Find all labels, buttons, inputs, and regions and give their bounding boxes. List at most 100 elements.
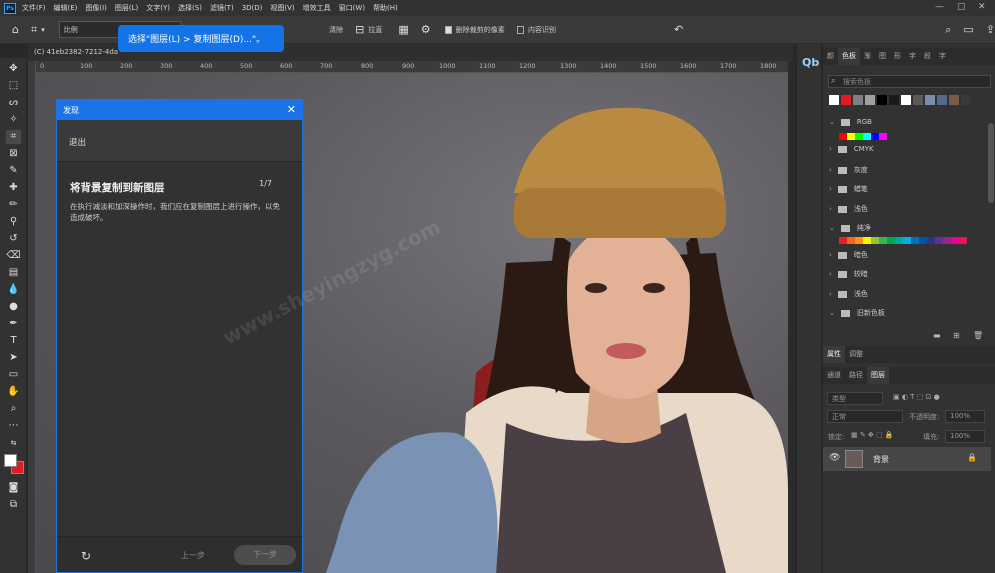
swap-colors-icon[interactable]: ⇆ [6, 436, 21, 450]
new-swatch-icon[interactable]: ⊞ [953, 331, 960, 340]
swatch[interactable] [829, 95, 839, 105]
share-icon[interactable]: ⇪ [986, 23, 995, 36]
eyedropper-tool-icon[interactable]: ✎ [6, 164, 21, 178]
swatch-chip[interactable] [871, 237, 879, 244]
swatch-chip[interactable] [847, 237, 855, 244]
tab-color[interactable]: 颜 [823, 48, 838, 65]
swatch-chip[interactable] [903, 237, 911, 244]
minimize-icon[interactable]: — [935, 2, 944, 12]
new-group-icon[interactable]: ▬ [933, 331, 941, 340]
menu-type[interactable]: 文字(Y) [146, 3, 170, 13]
menu-select[interactable]: 选择(S) [178, 3, 202, 13]
swatch-chip[interactable] [951, 237, 959, 244]
swatch-chip[interactable] [879, 133, 887, 140]
screen-mode-icon[interactable]: ⧉ [6, 498, 21, 512]
crop-tool-icon[interactable]: ⌗ [31, 23, 37, 37]
menu-filter[interactable]: 滤镜(T) [210, 3, 234, 13]
gradient-tool-icon[interactable]: ▤ [6, 266, 21, 280]
swatch-chip[interactable] [855, 133, 863, 140]
menu-view[interactable]: 视图(V) [270, 3, 294, 13]
home-icon[interactable]: ⌂ [12, 23, 19, 36]
swatch-chip[interactable] [863, 133, 871, 140]
gear-icon[interactable]: ⚙ [421, 23, 431, 36]
swatch-group[interactable]: › 浅色 [829, 289, 868, 299]
swatch-chip[interactable] [887, 237, 895, 244]
swatch-chip[interactable] [879, 237, 887, 244]
hand-tool-icon[interactable]: ✋ [6, 385, 21, 399]
straighten-icon[interactable]: ⊟ [355, 23, 364, 36]
pen-tool-icon[interactable]: ✒ [6, 317, 21, 331]
menu-window[interactable]: 窗口(W) [339, 3, 365, 13]
frame-tool-icon[interactable]: ⊠ [6, 147, 21, 161]
menu-edit[interactable]: 编辑(E) [54, 3, 78, 13]
menu-layer[interactable]: 图层(L) [115, 3, 138, 13]
swatch-search-input[interactable]: 搜索色板 [828, 75, 991, 88]
quick-mask-icon[interactable]: ◙ [6, 481, 21, 495]
menu-help[interactable]: 帮助(H) [373, 3, 398, 13]
trash-icon[interactable]: 🗑 [973, 331, 983, 340]
tab-glyphs[interactable]: 字 [935, 48, 950, 65]
swatch[interactable] [889, 95, 899, 105]
swatch[interactable] [877, 95, 887, 105]
lasso-tool-icon[interactable]: ᔕ [6, 96, 21, 110]
swatch-chip[interactable] [911, 237, 919, 244]
swatch[interactable] [949, 95, 959, 105]
swatch-chip[interactable] [863, 237, 871, 244]
tab-properties[interactable]: 属性 [823, 346, 845, 363]
tab-swatches[interactable]: 色板 [838, 48, 860, 65]
marquee-tool-icon[interactable]: ⬚ [6, 79, 21, 93]
swatch-group[interactable]: › 较暗 [829, 269, 868, 279]
plugin-icon[interactable]: Qb [802, 56, 819, 69]
zoom-tool-icon[interactable]: ⌕ [6, 402, 21, 416]
blur-tool-icon[interactable]: 💧 [6, 283, 21, 297]
swatch[interactable] [913, 95, 923, 105]
menu-plugins[interactable]: 增效工具 [303, 3, 331, 13]
search-icon[interactable]: ⌕ [945, 23, 951, 37]
layer-row[interactable]: 👁 背景 🔒 [823, 447, 991, 471]
stamp-tool-icon[interactable]: ⚲ [6, 215, 21, 229]
swatch-chip[interactable] [927, 237, 935, 244]
tab-paths[interactable]: 路径 [845, 367, 867, 384]
tab-patterns[interactable]: 图 [875, 48, 890, 65]
opacity-input[interactable]: 100% [945, 410, 985, 423]
undo-icon[interactable]: ↶ [674, 23, 683, 36]
swatch-group[interactable]: › 蜡笔 [829, 184, 868, 194]
eye-icon[interactable]: 👁 [829, 453, 840, 463]
swatch-chip[interactable] [959, 237, 967, 244]
menu-image[interactable]: 图像(I) [85, 3, 107, 13]
swatch-group[interactable]: › 浅色 [829, 204, 868, 214]
dodge-tool-icon[interactable]: ● [6, 300, 21, 314]
swatch[interactable] [925, 95, 935, 105]
menu-file[interactable]: 文件(F) [22, 3, 46, 13]
filter-icons[interactable]: ▣ ◐ T ⬚ ⊡ ● [893, 393, 940, 401]
more-tools-icon[interactable]: ⋯ [6, 419, 21, 433]
swatch-chip[interactable] [943, 237, 951, 244]
tab-character[interactable]: 字 [905, 48, 920, 65]
swatch-group[interactable]: ⌄ RGB [829, 118, 872, 126]
swatch-group[interactable]: › CMYK [829, 145, 874, 153]
blend-mode-select[interactable]: 正常 [827, 410, 903, 423]
menu-3d[interactable]: 3D(D) [242, 4, 263, 12]
lock-icons[interactable]: ▦ ✎ ✥ ⬚ 🔒 [851, 431, 894, 439]
swatch-group[interactable]: › 灰度 [829, 165, 868, 175]
tab-paragraph[interactable]: 段 [920, 48, 935, 65]
tab-gradients[interactable]: 渐 [860, 48, 875, 65]
swatch[interactable] [841, 95, 851, 105]
path-selection-tool-icon[interactable]: ➤ [6, 351, 21, 365]
delete-cropped-checkbox[interactable] [444, 25, 452, 34]
swatch-group[interactable]: ⌄ 纯净 [829, 223, 871, 233]
swatch[interactable] [865, 95, 875, 105]
magic-wand-tool-icon[interactable]: ✧ [6, 113, 21, 127]
swatch-chip[interactable] [839, 237, 847, 244]
fill-input[interactable]: 100% [945, 430, 985, 443]
swatch[interactable] [937, 95, 947, 105]
straighten-button[interactable]: 拉直 [368, 25, 382, 35]
history-brush-tool-icon[interactable]: ↺ [6, 232, 21, 246]
tab-layers[interactable]: 图层 [867, 367, 889, 384]
tab-shapes[interactable]: 形 [890, 48, 905, 65]
close-icon[interactable]: ✕ [287, 103, 296, 116]
type-tool-icon[interactable]: T [6, 334, 21, 348]
content-aware-checkbox[interactable] [516, 25, 524, 34]
close-window-icon[interactable]: ✕ [978, 2, 986, 12]
swatch-chip[interactable] [839, 133, 847, 140]
